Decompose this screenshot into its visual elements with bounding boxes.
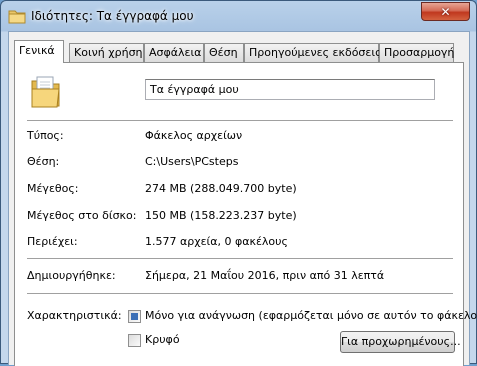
advanced-button[interactable]: Για προχωρημένους... bbox=[340, 331, 461, 353]
hidden-checkbox[interactable] bbox=[128, 334, 141, 347]
size-on-disk-value: 150 MB (158.223.237 byte) bbox=[145, 209, 297, 222]
contains-label: Περιέχει: bbox=[27, 235, 78, 248]
size-on-disk-label: Μέγεθος στο δίσκο: bbox=[27, 209, 137, 222]
hidden-label[interactable]: Κρυφό bbox=[145, 333, 180, 346]
folder-name-input[interactable]: Τα έγγραφά μου bbox=[145, 79, 435, 100]
separator bbox=[27, 120, 453, 121]
readonly-checkbox[interactable] bbox=[128, 310, 141, 323]
tab-general[interactable]: Γενικά bbox=[14, 40, 64, 63]
location-label: Θέση: bbox=[27, 155, 60, 168]
readonly-label[interactable]: Μόνο για ανάγνωση (εφαρμόζεται μόνο σε α… bbox=[145, 309, 477, 322]
attributes-label: Χαρακτηριστικά: bbox=[27, 309, 122, 322]
tab-previous-versions[interactable]: Προηγούμενες εκδόσεις bbox=[244, 43, 382, 62]
folder-icon bbox=[8, 8, 26, 27]
properties-window: Ιδιότητες: Τα έγγραφά μου ✕ Γενικά Κοινή… bbox=[0, 0, 477, 366]
tab-customize[interactable]: Προσαρμογή bbox=[379, 43, 454, 62]
window-title: Ιδιότητες: Τα έγγραφά μου bbox=[31, 9, 194, 23]
separator bbox=[27, 258, 453, 259]
tab-security[interactable]: Ασφάλεια bbox=[144, 43, 204, 62]
separator bbox=[27, 293, 453, 294]
type-value: Φάκελος αρχείων bbox=[145, 129, 243, 142]
size-value: 274 MB (288.049.700 byte) bbox=[145, 182, 297, 195]
title-bar[interactable]: Ιδιότητες: Τα έγγραφά μου ✕ bbox=[1, 1, 476, 31]
general-panel: Τα έγγραφά μου Τύπος: Φάκελος αρχείων Θέ… bbox=[14, 62, 477, 366]
close-icon: ✕ bbox=[440, 4, 451, 19]
created-value: Σήμερα, 21 Μαΐου 2016, πριν από 31 λεπτά bbox=[145, 269, 385, 282]
dialog-client: Γενικά Κοινή χρήση Ασφάλεια Θέση Προηγού… bbox=[8, 31, 477, 366]
folder-icon bbox=[29, 75, 63, 114]
tab-location[interactable]: Θέση bbox=[204, 43, 244, 62]
location-value: C:\Users\PCsteps bbox=[145, 155, 239, 168]
created-label: Δημιουργήθηκε: bbox=[27, 269, 116, 282]
close-button[interactable]: ✕ bbox=[421, 2, 470, 21]
contains-value: 1.577 αρχεία, 0 φακέλους bbox=[145, 235, 288, 248]
size-label: Μέγεθος: bbox=[27, 182, 79, 195]
tab-sharing[interactable]: Κοινή χρήση bbox=[69, 43, 144, 62]
type-label: Τύπος: bbox=[27, 129, 64, 142]
